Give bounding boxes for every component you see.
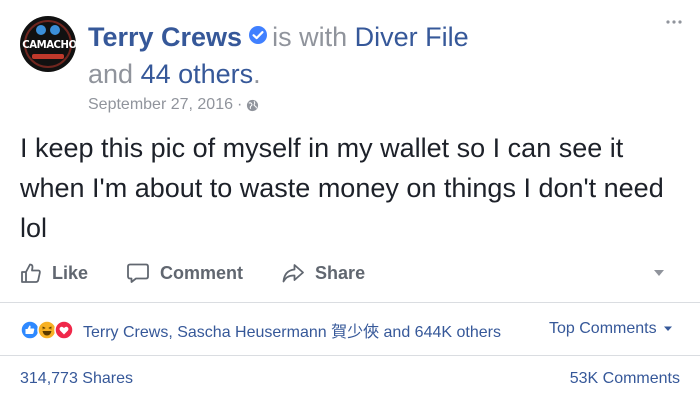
post-text: I keep this pic of myself in my wallet s… [20,133,664,243]
post-header-line-1: Terry Crews is with Diver File [88,20,469,54]
reaction-names[interactable]: Terry Crews, Sascha Heusermann 賀少俠 and 6… [83,318,501,342]
love-reaction-icon [54,320,74,340]
like-button[interactable]: Like [20,262,88,284]
globe-icon[interactable] [246,99,259,112]
avatar-mark-left [36,25,46,35]
reactions-summary[interactable]: Terry Crews, Sascha Heusermann 賀少俠 and 6… [20,318,501,342]
share-label: Share [315,262,366,283]
facebook-post: CAMACHO Terry Crews is with Diver File an… [0,0,700,404]
divider-counts [0,355,700,356]
avatar-logo-text: CAMACHO [22,38,76,51]
with-label: is with [272,22,348,52]
post-actions: Like Comment Share [20,258,403,288]
more-options-icon[interactable] [664,16,684,28]
top-comments-dropdown[interactable]: Top Comments [549,320,673,338]
comment-label: Comment [160,262,244,283]
avatar-mark-right [50,25,60,35]
comment-icon [127,263,149,283]
avatar[interactable]: CAMACHO [20,16,76,72]
author-name-link[interactable]: Terry Crews [88,22,242,52]
others-link[interactable]: 44 others [141,59,254,89]
meta-separator: · [237,96,243,113]
comments-count-link[interactable]: 53K Comments [570,370,680,388]
top-comments-label: Top Comments [549,320,657,337]
verified-badge-icon [249,26,268,44]
chevron-down-icon [663,326,672,331]
divider-actions [0,302,700,303]
share-button[interactable]: Share [281,262,365,284]
comment-button[interactable]: Comment [126,262,243,284]
shares-count-link[interactable]: 314,773 Shares [20,370,133,388]
reaction-icons [20,320,74,340]
like-icon [21,263,41,283]
share-icon [282,264,304,283]
post-header-line-2: and 44 others. [88,57,261,91]
like-label: Like [52,262,89,283]
header-period: . [253,59,261,89]
tagged-user-link[interactable]: Diver File [355,22,469,52]
post-date-link[interactable]: September 27, 2016 [88,96,233,114]
and-label: and [88,59,134,89]
chevron-down-icon[interactable] [652,268,666,278]
post-meta: September 27, 2016 · [88,96,259,114]
avatar-stripe [32,54,64,59]
